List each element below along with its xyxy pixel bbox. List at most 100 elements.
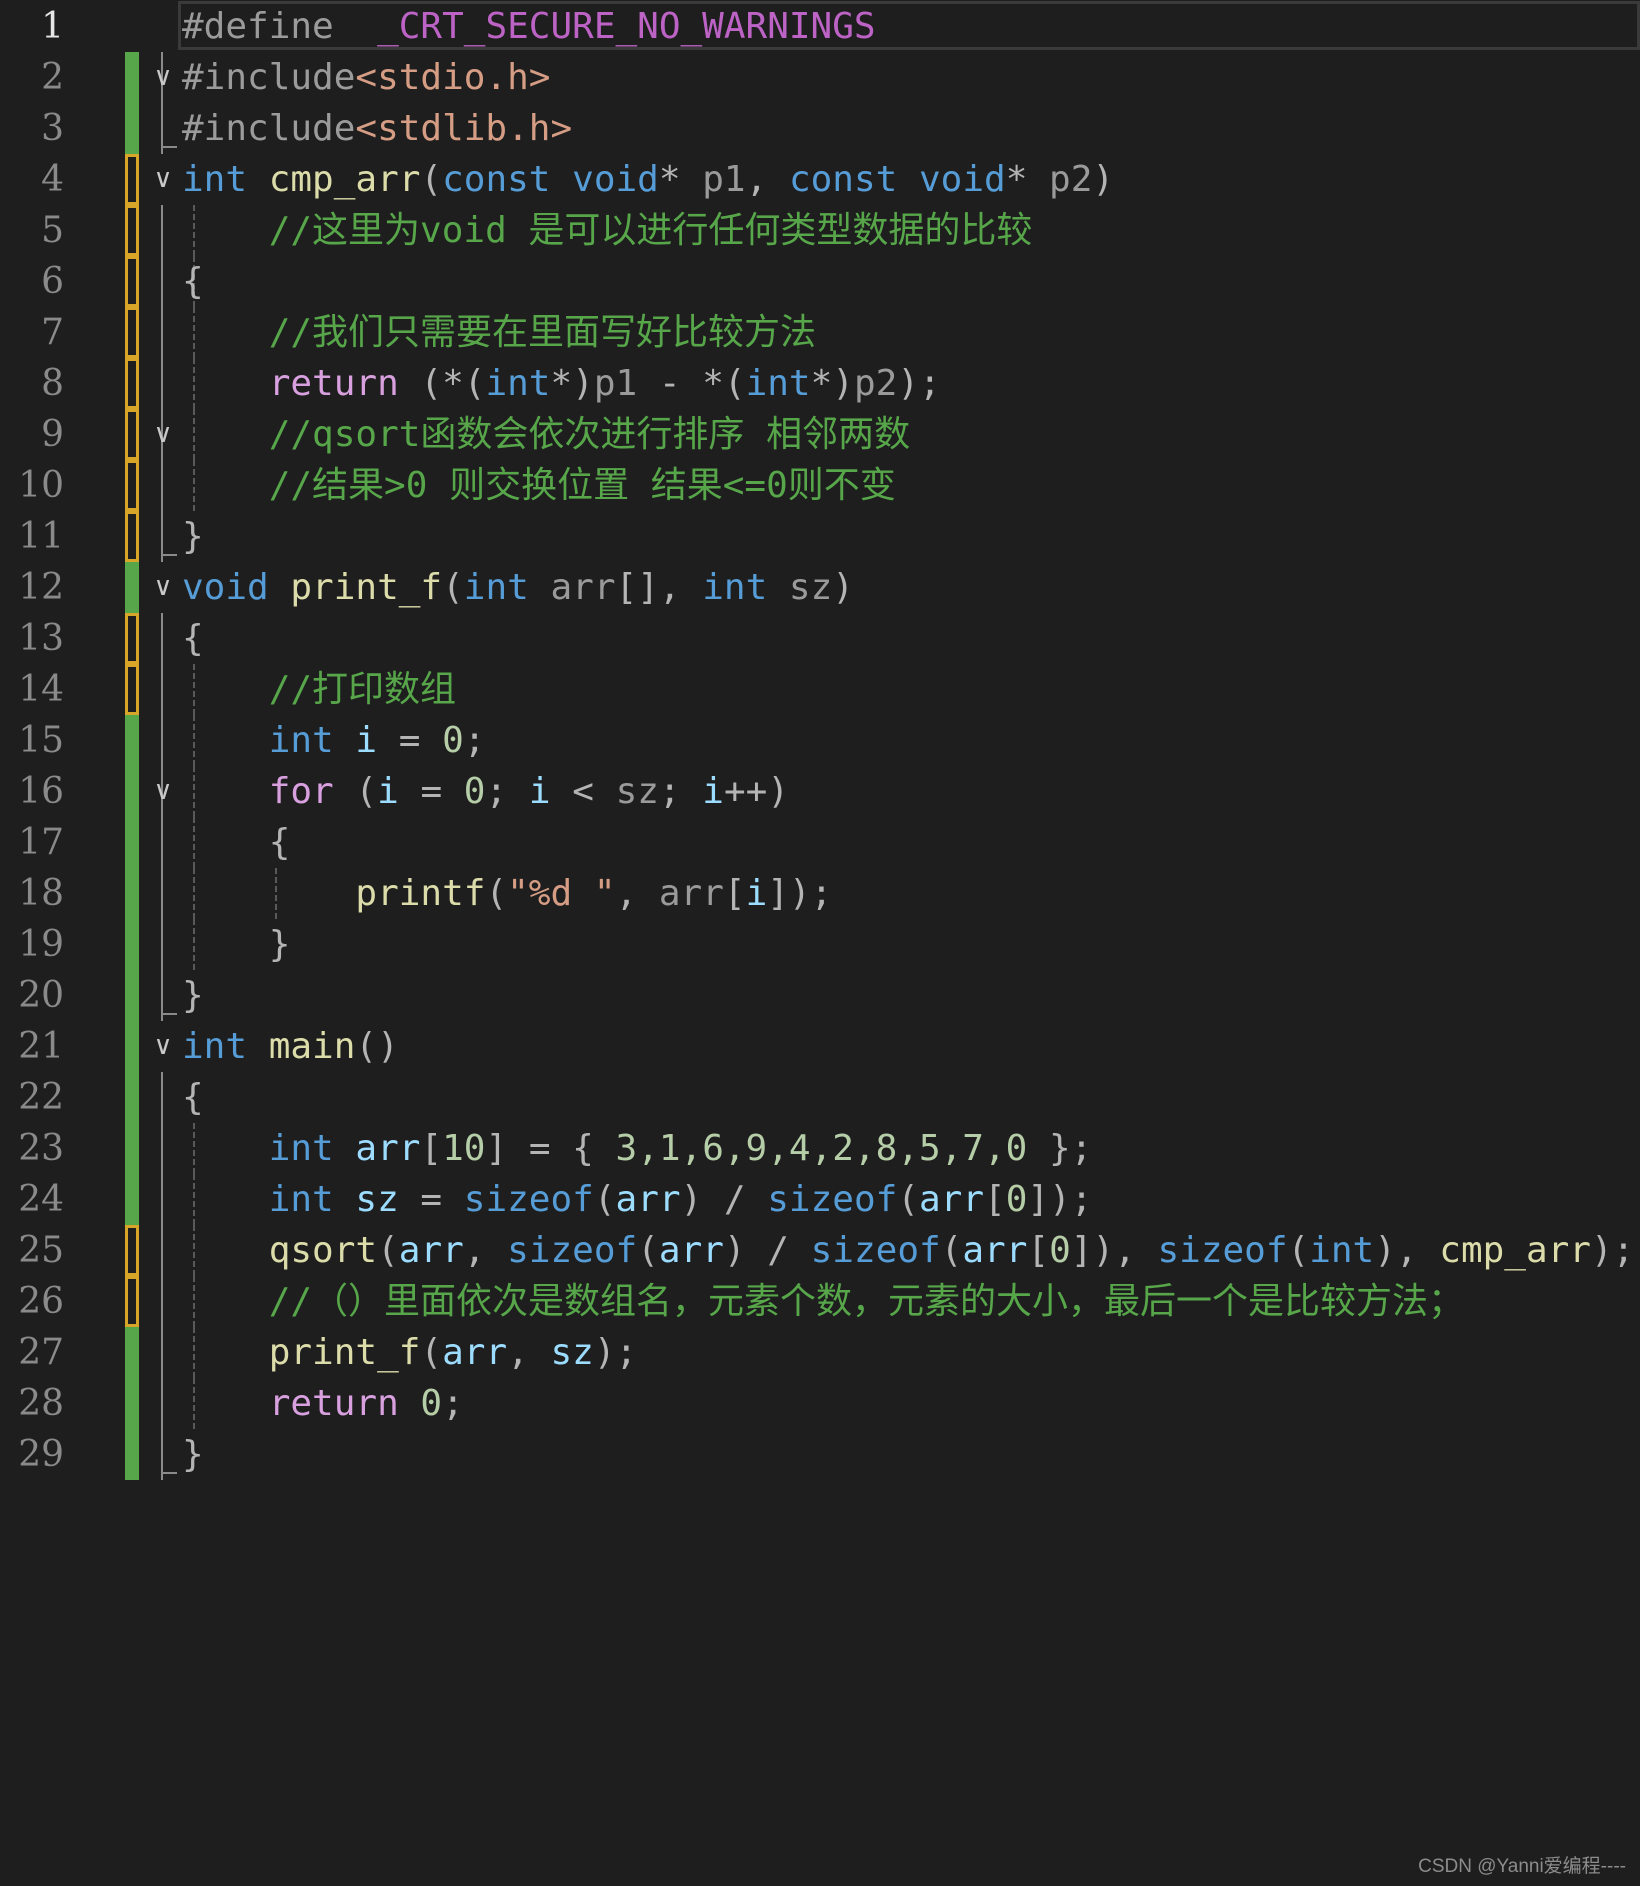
code-token: i xyxy=(355,720,378,761)
code-token: //打印数组 xyxy=(182,669,457,710)
line-number: 5 xyxy=(41,210,64,251)
code-text[interactable]: return (*(int*)p1 - *(int*)p2); xyxy=(182,358,941,409)
code-token: = xyxy=(398,771,464,812)
code-line[interactable]: 26 //（）里面依次是数组名，元素个数，元素的大小，最后一个是比较方法； xyxy=(0,1276,1640,1327)
outline-guide xyxy=(161,1276,163,1327)
code-line[interactable]: 7 //我们只需要在里面写好比较方法 xyxy=(0,307,1640,358)
code-token: p1 xyxy=(702,159,746,200)
code-token: } xyxy=(182,975,204,1016)
code-line[interactable]: 23 int arr[10] = { 3,1,6,9,4,2,8,5,7,0 }… xyxy=(0,1123,1640,1174)
code-text[interactable]: { xyxy=(182,613,204,664)
code-text[interactable]: return 0; xyxy=(182,1378,464,1429)
code-line[interactable]: 16 ∨ for (i = 0; i < sz; i++) xyxy=(0,766,1640,817)
code-text[interactable]: //（）里面依次是数组名，元素个数，元素的大小，最后一个是比较方法； xyxy=(182,1276,1464,1327)
code-line[interactable]: 4 ∨ int cmp_arr(const void* p1, const void… xyxy=(0,154,1640,205)
code-line[interactable]: 29} xyxy=(0,1429,1640,1480)
code-line[interactable]: 21 ∨ int main() xyxy=(0,1021,1640,1072)
code-text[interactable]: { xyxy=(182,817,291,868)
code-text[interactable]: qsort(arr, sizeof(arr) / sizeof(arr[0]),… xyxy=(182,1225,1635,1276)
code-text[interactable]: //qsort函数会依次进行排序 相邻两数 xyxy=(182,409,910,460)
code-token: [ xyxy=(984,1179,1006,1220)
code-line[interactable]: 24 int sz = sizeof(arr) / sizeof(arr[0])… xyxy=(0,1174,1640,1225)
chevron-down-icon[interactable]: ∨ xyxy=(148,562,178,613)
code-text[interactable]: //这里为void 是可以进行任何类型数据的比较 xyxy=(182,205,1033,256)
code-text[interactable]: #include<stdlib.h> xyxy=(182,103,572,154)
code-line[interactable]: 18 printf("%d ", arr[i]); xyxy=(0,868,1640,919)
chevron-down-icon[interactable]: ∨ xyxy=(148,1021,178,1072)
code-line[interactable]: 8 return (*(int*)p1 - *(int*)p2); xyxy=(0,358,1640,409)
code-line[interactable]: 10 //结果>0 则交换位置 结果<=0则不变 xyxy=(0,460,1640,511)
code-token: ) / xyxy=(723,1230,811,1271)
code-text[interactable]: //结果>0 则交换位置 结果<=0则不变 xyxy=(182,460,896,511)
code-line[interactable]: 6{ xyxy=(0,256,1640,307)
code-line[interactable]: 17 { xyxy=(0,817,1640,868)
code-line[interactable]: 9 ∨ //qsort函数会依次进行排序 相邻两数 xyxy=(0,409,1640,460)
code-text[interactable]: for (i = 0; i < sz; i++) xyxy=(182,766,789,817)
code-text[interactable]: } xyxy=(182,919,291,970)
code-line[interactable]: 20} xyxy=(0,970,1640,1021)
code-text[interactable]: int cmp_arr(const void* p1, const void* … xyxy=(182,154,1114,205)
code-line[interactable]: 28 return 0; xyxy=(0,1378,1640,1429)
code-text[interactable]: int i = 0; xyxy=(182,715,486,766)
code-text[interactable]: } xyxy=(182,970,204,1021)
code-text[interactable]: { xyxy=(182,1072,204,1123)
code-text[interactable]: //打印数组 xyxy=(182,664,456,715)
code-line[interactable]: 1 #define _CRT_SECURE_NO_WARNINGS xyxy=(0,1,1640,52)
code-token: sz xyxy=(550,1332,594,1373)
chevron-down-icon[interactable]: ∨ xyxy=(148,766,178,817)
code-token: cmp_arr xyxy=(1439,1230,1591,1271)
line-number: 26 xyxy=(18,1281,64,1322)
code-token: 0 xyxy=(1049,1230,1071,1271)
code-line[interactable]: 13 { xyxy=(0,613,1640,664)
code-token: ( xyxy=(420,1332,443,1373)
code-line[interactable]: 11} xyxy=(0,511,1640,562)
code-text[interactable]: } xyxy=(182,1429,204,1480)
code-token: sizeof xyxy=(507,1230,638,1271)
code-token: sz xyxy=(615,771,659,812)
line-number: 12 xyxy=(18,567,64,608)
outline-guide xyxy=(161,511,177,562)
code-text[interactable]: int main() xyxy=(182,1021,399,1072)
code-text[interactable]: #define _CRT_SECURE_NO_WARNINGS xyxy=(182,1,876,52)
code-editor[interactable]: 1 #define _CRT_SECURE_NO_WARNINGS 2 ∨ #inclu… xyxy=(0,0,1640,1886)
code-token: *) xyxy=(550,363,594,404)
code-text[interactable]: int sz = sizeof(arr) / sizeof(arr[0]); xyxy=(182,1174,1093,1225)
code-token: 0 xyxy=(463,771,486,812)
code-line[interactable]: 14 //打印数组 xyxy=(0,664,1640,715)
chevron-down-icon[interactable]: ∨ xyxy=(148,409,178,460)
code-text[interactable]: } xyxy=(182,511,204,562)
outline-guide xyxy=(161,1327,163,1378)
code-token: ( xyxy=(940,1230,963,1271)
line-number: 28 xyxy=(18,1383,64,1424)
code-line[interactable]: 12 ∨ void print_f(int arr[], int sz) xyxy=(0,562,1640,613)
code-token: [ xyxy=(723,873,746,914)
code-text[interactable]: //我们只需要在里面写好比较方法 xyxy=(182,307,816,358)
code-text[interactable]: #include<stdio.h> xyxy=(182,52,550,103)
code-token: () xyxy=(355,1026,399,1067)
code-token: [], xyxy=(615,567,703,608)
change-bar xyxy=(125,970,139,1021)
code-token: (*( xyxy=(420,363,486,404)
line-number: 24 xyxy=(18,1179,64,1220)
chevron-down-icon[interactable]: ∨ xyxy=(148,154,178,205)
code-token: ]); xyxy=(1027,1179,1093,1220)
code-line[interactable]: 3 #include<stdlib.h> xyxy=(0,103,1640,154)
code-line[interactable]: 27 print_f(arr, sz); xyxy=(0,1327,1640,1378)
code-text[interactable]: printf("%d ", arr[i]); xyxy=(182,868,832,919)
code-token: const void xyxy=(788,159,1006,200)
code-line[interactable]: 2 ∨ #include<stdio.h> xyxy=(0,52,1640,103)
code-text[interactable]: { xyxy=(182,256,204,307)
code-text[interactable]: void print_f(int arr[], int sz) xyxy=(182,562,854,613)
code-line[interactable]: 25 qsort(arr, sizeof(arr) / sizeof(arr[0… xyxy=(0,1225,1640,1276)
chevron-down-icon[interactable]: ∨ xyxy=(148,52,178,103)
code-line[interactable]: 5 //这里为void 是可以进行任何类型数据的比较 xyxy=(0,205,1640,256)
code-token: ) xyxy=(832,567,854,608)
code-text[interactable]: int arr[10] = { 3,1,6,9,4,2,8,5,7,0 }; xyxy=(182,1123,1093,1174)
code-line[interactable]: 22 { xyxy=(0,1072,1640,1123)
code-token: ( xyxy=(1287,1230,1310,1271)
code-line[interactable]: 19 } xyxy=(0,919,1640,970)
code-text[interactable]: print_f(arr, sz); xyxy=(182,1327,638,1378)
code-line[interactable]: 15 int i = 0; xyxy=(0,715,1640,766)
line-number: 11 xyxy=(18,516,64,557)
code-token: ]), xyxy=(1070,1230,1158,1271)
